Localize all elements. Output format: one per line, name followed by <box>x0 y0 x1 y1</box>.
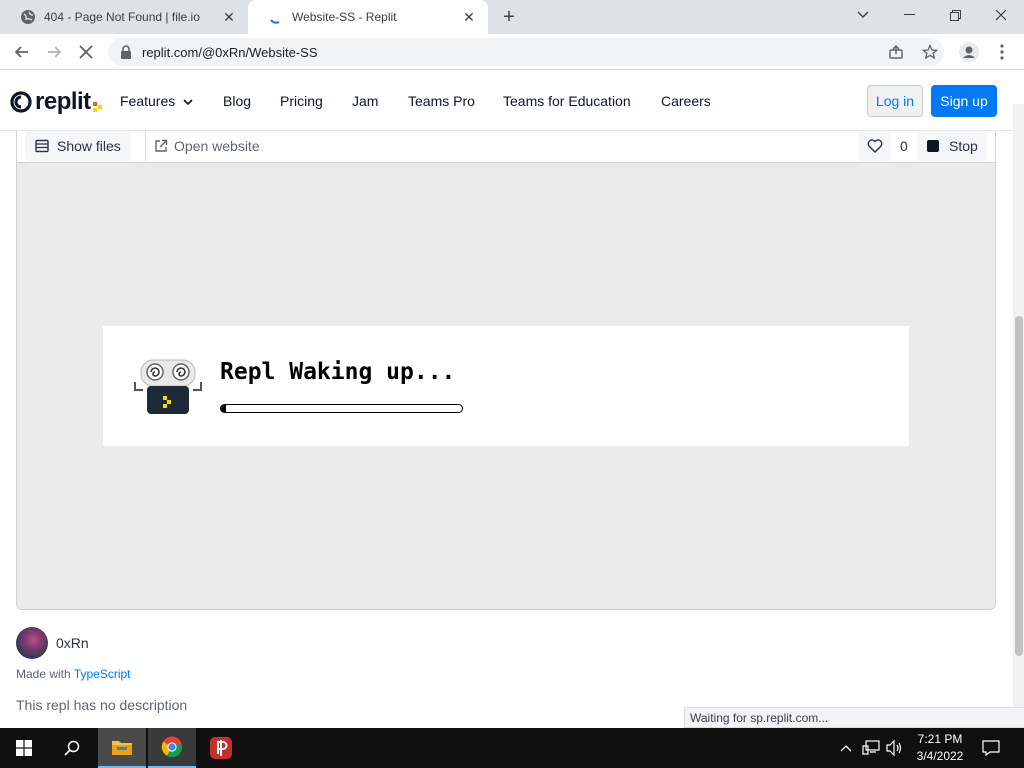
open-website-label: Open website <box>174 138 260 154</box>
share-icon[interactable] <box>884 40 908 64</box>
show-files-button[interactable]: Show files <box>25 131 131 161</box>
tab-title: 404 - Page Not Found | file.io <box>44 10 200 24</box>
author-name[interactable]: 0xRn <box>56 635 89 651</box>
url-path: /@0xRn/Website-SS <box>198 45 318 60</box>
stop-label: Stop <box>949 138 978 154</box>
chrome-icon[interactable] <box>148 728 196 768</box>
stop-button[interactable]: Stop <box>917 131 987 161</box>
close-icon[interactable]: ✕ <box>222 10 236 24</box>
search-icon[interactable] <box>48 728 96 768</box>
repl-description: This repl has no description <box>16 697 188 713</box>
waking-progress-fill <box>221 405 226 412</box>
logo-wordmark: replit <box>35 88 91 115</box>
clock-date: 3/4/2022 <box>916 749 964 763</box>
network-icon[interactable] <box>862 740 880 759</box>
browser-toolbar: replit.com/@0xRn/Website-SS <box>0 34 1024 70</box>
taskbar-clock[interactable]: 7:21 PM 3/4/2022 <box>906 731 974 765</box>
file-explorer-icon[interactable] <box>98 728 146 768</box>
scrollbar-thumb[interactable] <box>1015 316 1023 656</box>
tab-strip: 404 - Page Not Found | file.io ✕ Website… <box>0 0 1024 34</box>
close-icon[interactable]: ✕ <box>462 10 476 24</box>
lock-icon <box>120 45 132 59</box>
close-window-icon[interactable] <box>978 0 1024 30</box>
tab-replit[interactable]: Website-SS - Replit ✕ <box>248 0 488 34</box>
open-website-link[interactable]: Open website <box>145 131 260 161</box>
avatar[interactable] <box>16 627 48 659</box>
loading-spinner-icon <box>268 9 284 25</box>
globe-icon <box>20 9 36 25</box>
tab-file-io[interactable]: 404 - Page Not Found | file.io ✕ <box>0 0 249 34</box>
stop-loading-icon[interactable] <box>74 40 98 64</box>
tab-title: Website-SS - Replit <box>292 10 397 24</box>
made-with-prefix: Made with <box>16 667 71 681</box>
files-icon <box>35 139 49 153</box>
robot-mascot-icon <box>134 359 202 414</box>
replit-logo[interactable]: replit <box>10 88 103 115</box>
windows-taskbar: 7:21 PM 3/4/2022 <box>0 728 1024 768</box>
notifications-icon[interactable] <box>982 740 1000 759</box>
back-icon[interactable] <box>10 40 34 64</box>
logo-dots-icon <box>92 102 102 112</box>
tray-chevron-up-icon[interactable] <box>840 740 852 755</box>
new-tab-icon[interactable]: + <box>498 6 520 28</box>
signup-button[interactable]: Sign up <box>931 85 997 117</box>
nav-jam[interactable]: Jam <box>352 93 378 109</box>
nav-features[interactable]: Features <box>120 93 193 109</box>
waking-card: Repl Waking up... <box>103 326 909 446</box>
made-with-line: Made with TypeScript <box>16 667 131 681</box>
language-link[interactable]: TypeScript <box>74 667 131 681</box>
nav-careers[interactable]: Careers <box>661 93 711 109</box>
status-bubble: Waiting for sp.replit.com... <box>684 707 1024 728</box>
nav-teams-for-education[interactable]: Teams for Education <box>503 93 631 109</box>
restore-icon[interactable] <box>932 0 978 30</box>
stop-square-icon <box>927 140 939 152</box>
external-link-icon <box>155 139 168 152</box>
heart-icon <box>867 139 883 153</box>
nav-label: Features <box>120 93 176 109</box>
minimize-icon[interactable] <box>886 0 932 30</box>
clock-time: 7:21 PM <box>917 732 963 746</box>
volume-icon[interactable] <box>886 739 904 759</box>
nav-teams-pro[interactable]: Teams Pro <box>408 93 475 109</box>
url-text: replit.com/@0xRn/Website-SS <box>142 45 318 60</box>
forward-icon[interactable] <box>42 40 66 64</box>
url-host: replit.com <box>142 45 199 60</box>
profile-icon[interactable] <box>957 40 981 64</box>
menu-kebab-icon[interactable] <box>990 40 1014 64</box>
waking-status-text: Repl Waking up... <box>220 359 456 385</box>
replit-mark-icon <box>10 91 32 113</box>
login-button[interactable]: Log in <box>867 85 923 117</box>
chevron-down-icon <box>183 99 193 106</box>
tab-search-icon[interactable] <box>840 0 886 30</box>
waking-progress-bar <box>220 404 463 413</box>
repl-toolbar: Show files Open website 0 Stop <box>16 131 996 163</box>
address-bar[interactable]: replit.com/@0xRn/Website-SS <box>108 38 944 66</box>
psiphon-icon[interactable] <box>197 728 245 768</box>
webview-preview[interactable]: Repl Waking up... <box>16 163 996 610</box>
show-files-label: Show files <box>57 138 121 154</box>
nav-pricing[interactable]: Pricing <box>280 93 323 109</box>
site-header: replit Features Blog Pricing Jam Teams P… <box>0 71 1024 131</box>
bookmark-star-icon[interactable] <box>918 40 942 64</box>
like-count: 0 <box>900 138 908 154</box>
nav-blog[interactable]: Blog <box>223 93 251 109</box>
like-button[interactable] <box>859 131 891 161</box>
start-windows-icon[interactable] <box>0 728 48 768</box>
